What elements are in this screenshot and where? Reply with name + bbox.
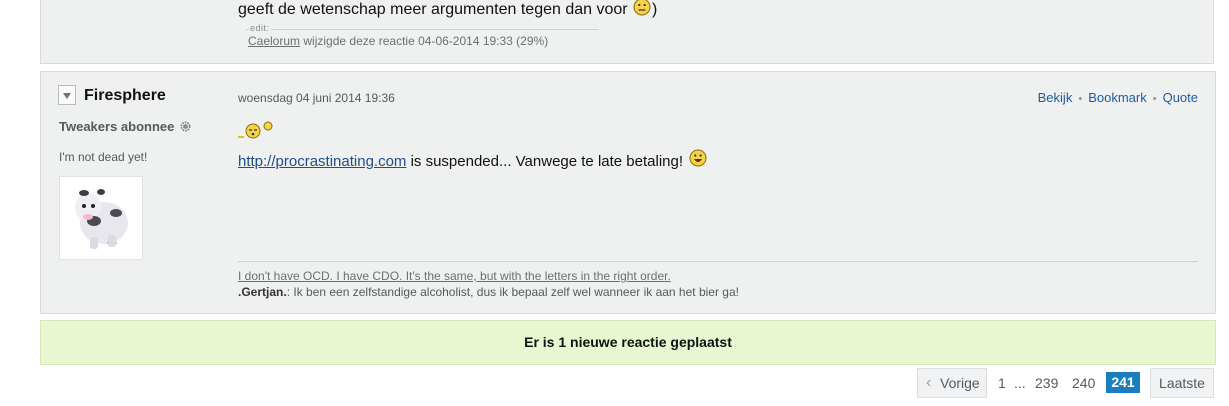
- post-actions: Bekijk • Bookmark • Quote: [1038, 90, 1198, 105]
- new-reaction-notice[interactable]: Er is 1 nieuwe reactie geplaatst: [40, 320, 1216, 365]
- edit-note: edit: Caelorum wijzigde deze reactie 04-…: [246, 23, 599, 48]
- edit-line: Caelorum wijzigde deze reactie 04-06-201…: [248, 34, 548, 48]
- user-tagline: I'm not dead yet!: [59, 150, 148, 164]
- procrastinating-link[interactable]: http://procrastinating.com: [238, 153, 406, 170]
- laughing-smiley-icon: [689, 149, 707, 171]
- gear-icon: [180, 120, 191, 135]
- previous-page-button[interactable]: ‹ Vorige: [917, 368, 987, 398]
- user-status-label: Tweakers abonnee: [59, 119, 175, 134]
- separator-dot: •: [1152, 93, 1157, 105]
- signature-line-2: .Gertjan.: Ik ben een zelfstandige alcoh…: [238, 285, 739, 299]
- post-body: http://procrastinating.com is suspended.…: [238, 149, 707, 171]
- page-link-1[interactable]: 1: [998, 368, 1006, 398]
- previous-post: geeft de wetenschap meer argumenten tege…: [40, 0, 1214, 64]
- view-post-link[interactable]: Bekijk: [1038, 90, 1073, 105]
- forum-post: Firesphere Tweakers abonnee I'm not dead…: [40, 71, 1216, 314]
- quote-post-link[interactable]: Quote: [1163, 90, 1198, 105]
- previous-post-text-before: geeft de wetenschap meer argumenten tege…: [238, 1, 628, 18]
- user-status: Tweakers abonnee: [59, 119, 191, 135]
- page-link-240[interactable]: 240: [1072, 368, 1095, 398]
- edit-label: edit:: [249, 23, 271, 33]
- separator-dot: •: [1078, 93, 1083, 105]
- post-username[interactable]: Firesphere: [84, 87, 166, 105]
- previous-post-text: geeft de wetenschap meer argumenten tege…: [238, 0, 657, 21]
- post-body-text: is suspended... Vanwege te late betaling…: [410, 153, 684, 170]
- post-date: woensdag 04 juni 2014 19:36: [238, 91, 395, 105]
- neutral-smiley-icon: [633, 0, 651, 21]
- edit-text: wijzigde deze reactie 04-06-2014 19:33 (…: [303, 34, 549, 48]
- page-link-239[interactable]: 239: [1035, 368, 1058, 398]
- cow-avatar-icon[interactable]: [59, 176, 143, 260]
- previous-page-label: Vorige: [940, 375, 980, 391]
- edit-user-link[interactable]: Caelorum: [248, 34, 300, 48]
- signature-author: .Gertjan.: [238, 285, 287, 299]
- signature-line-1: I don't have OCD. I have CDO. It's the s…: [238, 269, 671, 283]
- collapse-toggle-button[interactable]: [58, 85, 76, 105]
- signature-text: : Ik ben een zelfstandige alcoholist, du…: [286, 285, 739, 299]
- bookmark-post-link[interactable]: Bookmark: [1088, 90, 1147, 105]
- chevron-left-icon: ‹: [926, 374, 932, 391]
- last-page-button[interactable]: Laatste: [1150, 368, 1214, 398]
- sleeping-smiley-icon: [238, 120, 276, 145]
- page-ellipsis: ...: [1014, 375, 1026, 391]
- previous-post-text-after: ): [652, 1, 658, 18]
- signature-divider: [238, 261, 1198, 262]
- current-page: 241: [1106, 372, 1140, 393]
